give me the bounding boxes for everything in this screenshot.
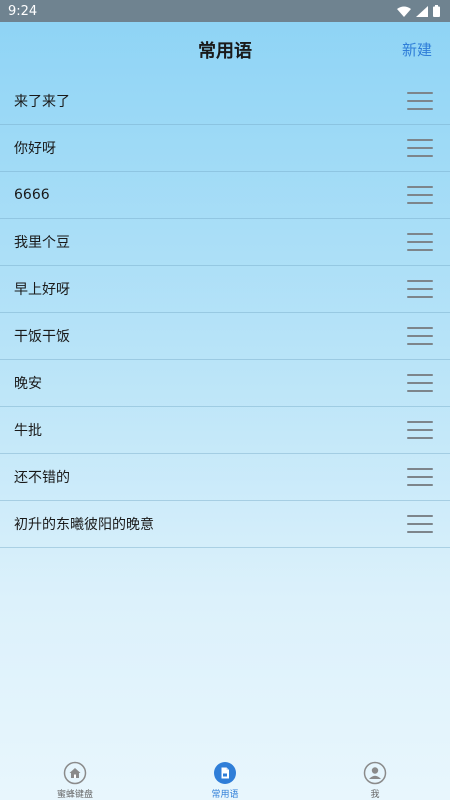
phrase-text: 你好呀 [14,141,56,157]
status-icons [397,5,440,17]
drag-handle-icon[interactable] [407,515,433,533]
nav-item-me[interactable]: 我 [320,761,430,800]
phrase-item[interactable]: 我里个豆 [0,219,450,266]
phrase-text: 还不错的 [14,470,70,486]
phrase-text: 早上好呀 [14,282,70,298]
phrase-text: 初升的东曦彼阳的晚意 [14,517,154,533]
nav-label: 蜜蜂键盘 [56,789,93,800]
status-bar: 9:24 [0,0,450,22]
nav-label: 我 [370,789,380,800]
person-icon [363,761,387,784]
phrase-text: 晚安 [14,376,42,392]
phrase-item[interactable]: 早上好呀 [0,266,450,313]
signal-icon [416,5,428,17]
battery-icon [433,5,440,17]
drag-handle-icon[interactable] [407,92,433,110]
document-icon [214,761,236,784]
phrase-item[interactable]: 干饭干饭 [0,313,450,360]
home-icon [63,761,87,784]
phrase-item[interactable]: 牛批 [0,407,450,454]
nav-item-keyboard[interactable]: 蜜蜂键盘 [20,761,130,800]
phrase-item[interactable]: 初升的东曦彼阳的晚意 [0,501,450,548]
page-title: 常用语 [198,41,252,62]
phrase-text: 6666 [14,187,50,203]
phrase-list: 来了来了 你好呀 6666 我里个豆 早上好呀 干饭干饭 晚安 牛批 还不错的 … [0,78,450,548]
nav-label: 常用语 [211,789,239,800]
nav-item-phrases[interactable]: 常用语 [170,761,280,800]
wifi-icon [397,6,411,17]
drag-handle-icon[interactable] [407,374,433,392]
phrase-text: 干饭干饭 [14,329,70,345]
phrase-text: 来了来了 [14,94,70,110]
new-phrase-button[interactable]: 新建 [402,39,432,60]
drag-handle-icon[interactable] [407,468,433,486]
drag-handle-icon[interactable] [407,280,433,298]
phrase-item[interactable]: 你好呀 [0,125,450,172]
phrase-item[interactable]: 来了来了 [0,78,450,125]
phrase-item[interactable]: 晚安 [0,360,450,407]
phrase-item[interactable]: 还不错的 [0,454,450,501]
bottom-nav: 蜜蜂键盘 常用语 我 [0,760,450,800]
phrase-item[interactable]: 6666 [0,172,450,219]
phrase-text: 牛批 [14,423,42,439]
phrase-text: 我里个豆 [14,235,70,251]
drag-handle-icon[interactable] [407,233,433,251]
drag-handle-icon[interactable] [407,186,433,204]
header: 常用语 新建 [0,22,450,78]
status-time: 9:24 [8,3,38,19]
drag-handle-icon[interactable] [407,327,433,345]
drag-handle-icon[interactable] [407,421,433,439]
drag-handle-icon[interactable] [407,139,433,157]
